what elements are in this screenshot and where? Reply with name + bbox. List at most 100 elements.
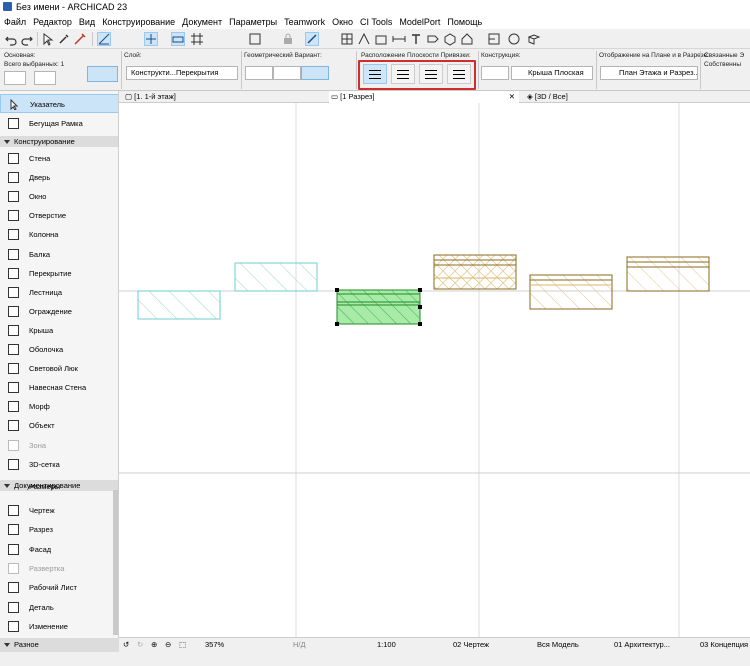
tool-mesh[interactable]: 3D-сетка: [0, 455, 118, 474]
structure-select[interactable]: Крыша Плоская: [511, 66, 593, 80]
tool-stair[interactable]: Лестница: [0, 283, 118, 302]
tool-skylight[interactable]: Световой Люк: [0, 359, 118, 378]
dimension-icon[interactable]: [392, 32, 406, 46]
toolbox-scrollbar[interactable]: [113, 490, 118, 635]
tool-window-label: Окно: [29, 192, 47, 202]
pen-set[interactable]: 01 Архитектур...: [614, 640, 670, 649]
tool-shell[interactable]: Оболочка: [0, 340, 118, 359]
undo-icon[interactable]: [4, 32, 18, 46]
slab-section-2[interactable]: [234, 262, 318, 292]
arrange-icon[interactable]: [374, 32, 388, 46]
geometry-option-2[interactable]: [273, 66, 301, 80]
tool-dimension-partial[interactable]: Размеры: [0, 485, 118, 493]
menu-help[interactable]: Помощь: [447, 17, 482, 27]
3d-icon[interactable]: [443, 32, 457, 46]
tab-floor-plan[interactable]: ▢ [1. 1-й этаж]: [125, 91, 176, 103]
snap-guide-button[interactable]: [144, 32, 158, 46]
selected-slab-shape-button[interactable]: [87, 66, 118, 82]
roof-section-3[interactable]: [626, 256, 710, 292]
structure-type-button[interactable]: [481, 66, 509, 80]
tool-window[interactable]: Окно: [0, 187, 118, 206]
roof-section-2[interactable]: [529, 274, 613, 310]
model-view-options[interactable]: Вся Модель: [537, 640, 579, 649]
tool-door[interactable]: Дверь: [0, 168, 118, 187]
tool-curtain-wall-label: Навесная Стена: [29, 383, 87, 393]
angle-value[interactable]: Н/Д: [293, 640, 306, 649]
tool-zone[interactable]: Зона: [0, 436, 118, 455]
display-select[interactable]: План Этажа и Разрез...: [600, 66, 698, 80]
grid-icon[interactable]: [190, 32, 204, 46]
layer-combination[interactable]: 02 Чертеж: [453, 640, 489, 649]
tool-worksheet[interactable]: Рабочий Лист: [0, 578, 118, 597]
tool-morph[interactable]: Морф: [0, 397, 118, 416]
zoom-in-icon[interactable]: ⊕: [151, 640, 157, 649]
menu-edit[interactable]: Редактор: [33, 17, 72, 27]
section-marker-icon[interactable]: [357, 32, 371, 46]
layout-icon[interactable]: [248, 32, 262, 46]
tool-change[interactable]: Изменение: [0, 617, 118, 636]
suspend-groups-button[interactable]: [305, 32, 319, 46]
zoom-out-icon[interactable]: ⊖: [165, 640, 171, 649]
guide-line-button[interactable]: [97, 32, 111, 46]
scale-value[interactable]: 1:100: [377, 640, 396, 649]
tool-curtain-wall[interactable]: Навесная Стена: [0, 378, 118, 397]
roof-section-1[interactable]: [433, 254, 517, 290]
window-icon[interactable]: [340, 32, 354, 46]
section-drawing-svg[interactable]: [119, 103, 750, 637]
layer-select[interactable]: Конструкти...Перекрытия: [126, 66, 238, 80]
menu-design[interactable]: Конструирование: [102, 17, 175, 27]
tool-column[interactable]: Колонна: [0, 225, 118, 244]
house-icon[interactable]: [460, 32, 474, 46]
tool-roof[interactable]: Крыша: [0, 321, 118, 340]
slab-section-1[interactable]: [137, 290, 221, 320]
tool-railing[interactable]: Ограждение: [0, 302, 118, 321]
section-drawing-canvas[interactable]: [119, 103, 750, 637]
tool-interior-elevation[interactable]: Развертка: [0, 559, 118, 578]
label-icon[interactable]: [426, 32, 440, 46]
tool-opening[interactable]: Отверстие: [0, 206, 118, 225]
lock-icon[interactable]: [281, 32, 295, 46]
menu-view[interactable]: Вид: [79, 17, 95, 27]
tool-detail[interactable]: Деталь: [0, 598, 118, 617]
menu-ci-tools[interactable]: CI Tools: [360, 17, 392, 27]
geometry-option-3[interactable]: [301, 66, 329, 80]
tool-wall[interactable]: Стена: [0, 149, 118, 168]
tool-section[interactable]: Разрез: [0, 520, 118, 539]
section-header-misc[interactable]: Разное: [0, 638, 119, 652]
floor-plan-icon[interactable]: [487, 32, 501, 46]
selected-slab-section[interactable]: [335, 288, 422, 326]
tool-slab[interactable]: Перекрытие: [0, 264, 118, 283]
section-header-design[interactable]: Конструирование: [0, 136, 118, 147]
geometry-option-1[interactable]: [245, 66, 273, 80]
syringe-icon[interactable]: [73, 32, 87, 46]
menu-options[interactable]: Параметры: [229, 17, 277, 27]
menu-modelport[interactable]: ModelPort: [399, 17, 440, 27]
grid-snap-button[interactable]: [171, 32, 185, 46]
concept-value[interactable]: 03 Концепция: [700, 640, 748, 649]
redo-icon[interactable]: [20, 32, 34, 46]
zoom-value[interactable]: 357%: [205, 640, 224, 649]
tool-marquee[interactable]: Бегущая Рамка: [0, 114, 118, 133]
elevation-button-2[interactable]: [34, 71, 56, 85]
elevation-button[interactable]: [4, 71, 26, 85]
tab-section[interactable]: ▭ [1 Разрез] ✕: [329, 91, 519, 103]
fit-window-icon[interactable]: ⬚: [179, 640, 186, 649]
undo-view-icon[interactable]: ↺: [123, 640, 129, 649]
render-icon[interactable]: [507, 32, 521, 46]
tool-object[interactable]: Объект: [0, 416, 118, 435]
menu-window[interactable]: Окно: [332, 17, 353, 27]
tool-elevation[interactable]: Фасад: [0, 540, 118, 559]
menu-document[interactable]: Документ: [182, 17, 222, 27]
tab-3d[interactable]: ◈ [3D / Все]: [527, 91, 568, 103]
redo-view-icon[interactable]: ↻: [137, 640, 143, 649]
eyedropper-icon[interactable]: [57, 32, 71, 46]
close-tab-icon[interactable]: ✕: [509, 91, 515, 103]
tool-beam[interactable]: Балка: [0, 245, 118, 264]
tool-pointer[interactable]: Указатель: [0, 94, 118, 113]
tool-drawing[interactable]: Чертеж: [0, 501, 118, 520]
pointer-arrow-icon[interactable]: [41, 32, 55, 46]
text-icon[interactable]: [409, 32, 423, 46]
menu-file[interactable]: Файл: [4, 17, 26, 27]
view-3d-cube-icon[interactable]: [527, 32, 541, 46]
menu-teamwork[interactable]: Teamwork: [284, 17, 325, 27]
